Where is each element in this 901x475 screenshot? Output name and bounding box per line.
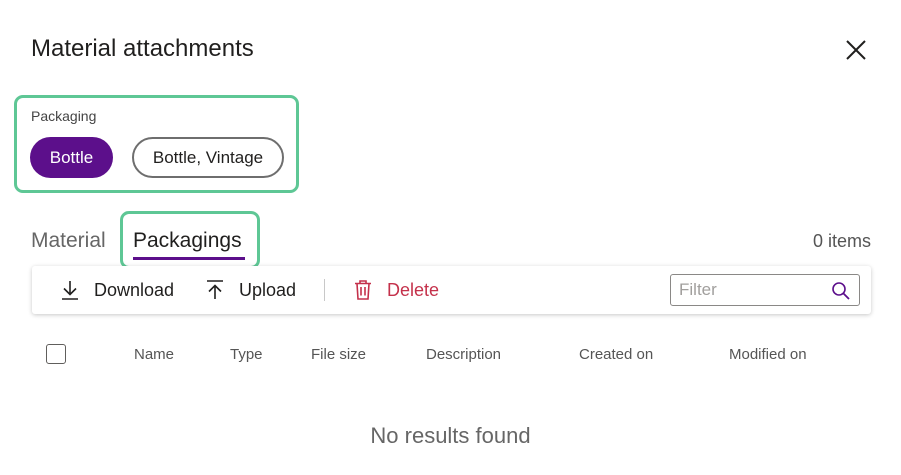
toolbar: Download Upload Delete: [32, 266, 871, 314]
upload-label: Upload: [239, 279, 297, 300]
packaging-chip-bottle-vintage[interactable]: Bottle, Vintage: [132, 137, 284, 178]
active-tab-indicator: [133, 257, 245, 260]
column-header-modified-on[interactable]: Modified on: [729, 346, 807, 363]
packaging-chip-bottle[interactable]: Bottle: [30, 137, 113, 178]
column-header-file-size[interactable]: File size: [311, 346, 366, 363]
delete-label: Delete: [387, 279, 440, 300]
upload-button[interactable]: Upload: [205, 266, 296, 314]
download-button[interactable]: Download: [60, 266, 174, 314]
upload-icon: [207, 280, 223, 299]
download-label: Download: [94, 279, 175, 300]
search-icon[interactable]: [831, 281, 851, 301]
dialog-title: Material attachments: [31, 35, 254, 62]
tab-material[interactable]: Material: [31, 229, 106, 253]
empty-state-message: No results found: [370, 423, 531, 448]
column-header-name[interactable]: Name: [134, 346, 174, 363]
column-header-type[interactable]: Type: [230, 346, 263, 363]
packaging-label: Packaging: [31, 108, 97, 124]
delete-button[interactable]: Delete: [353, 266, 439, 314]
filter-field: [670, 274, 860, 306]
item-count: 0 items: [812, 231, 871, 251]
trash-icon: [355, 280, 371, 300]
toolbar-divider: [324, 279, 325, 301]
filter-input[interactable]: [671, 280, 821, 300]
close-icon: [846, 40, 866, 60]
tab-packagings[interactable]: Packagings: [133, 229, 242, 253]
download-icon: [62, 281, 78, 300]
select-all-checkbox[interactable]: [46, 344, 66, 364]
column-header-created-on[interactable]: Created on: [579, 346, 653, 363]
column-header-description[interactable]: Description: [426, 346, 501, 363]
close-button[interactable]: [842, 36, 870, 64]
